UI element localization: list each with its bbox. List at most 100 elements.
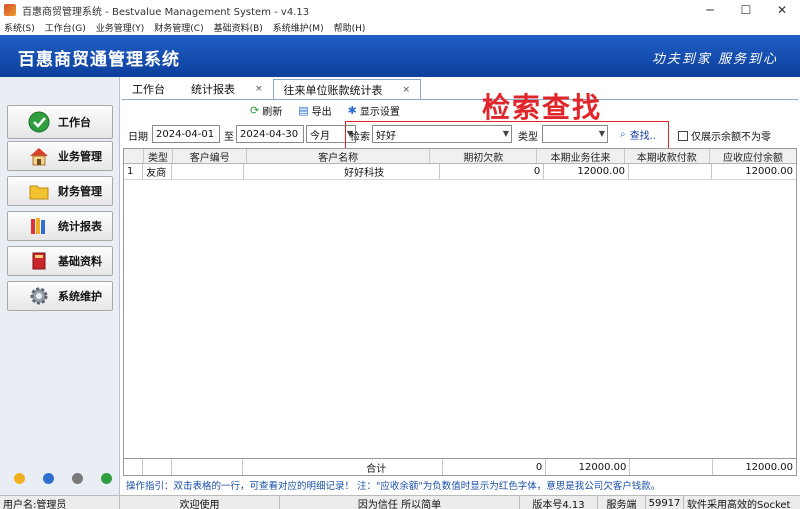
menu-finance[interactable]: 财务管理(C)	[154, 21, 203, 34]
menu-workbench[interactable]: 工作台(G)	[45, 21, 86, 34]
tab-label: 统计报表	[191, 83, 235, 96]
refresh-label: 刷新	[262, 106, 283, 118]
sidebar-label: 财务管理	[58, 185, 102, 198]
footer-cell	[172, 459, 244, 475]
footer-business-total: 12000.00	[546, 459, 631, 475]
window-controls: ─ ☐ ✕	[692, 0, 800, 20]
sidebar-item-workbench[interactable]: 工作台	[7, 105, 113, 139]
cell-type: 友商	[143, 164, 173, 179]
cell-period-business: 12000.00	[544, 164, 630, 179]
period-value: 今月	[310, 130, 330, 142]
check-circle-icon	[28, 111, 50, 133]
export-icon: ▤	[298, 103, 309, 117]
app-icon	[4, 4, 16, 16]
tab-label: 工作台	[132, 83, 165, 96]
cell-opening-balance: 0	[440, 164, 545, 179]
tab-reports[interactable]: 统计报表 ×	[181, 79, 273, 99]
sidebar-label: 系统维护	[58, 290, 102, 303]
toolbar: ⟳ 刷新 ▤ 导出 ✱ 显示设置	[250, 102, 416, 118]
footer-balance-total: 12000.00	[745, 461, 794, 473]
folder-icon	[28, 180, 50, 202]
sidebar-item-basic-data[interactable]: 基础资料	[7, 246, 113, 276]
cell-period-payment	[629, 164, 713, 179]
header-cell[interactable]: 客户名称	[247, 149, 431, 163]
header-cell[interactable]: 类型	[144, 149, 174, 163]
tab-workbench[interactable]: 工作台	[122, 79, 175, 99]
exit-icon[interactable]	[101, 473, 112, 484]
house-icon	[28, 145, 50, 167]
tab-label: 往来单位账款统计表	[283, 83, 383, 97]
status-bar: 用户名:管理员 欢迎使用 因为信任 所以简单 版本号4.13 服务端 59917…	[0, 495, 800, 509]
date-to-picker[interactable]: 2024-04-30	[236, 125, 304, 143]
sidebar-label: 业务管理	[58, 150, 102, 163]
header-cell[interactable]: 本期业务往来	[537, 149, 625, 163]
footer-payment-total	[630, 459, 713, 475]
sidebar: 工作台 业务管理 财务管理 统计报表 基础资料 系统维护	[0, 77, 120, 495]
date-from-picker[interactable]: 2024-04-01	[152, 125, 220, 143]
date-to-value: 2024-04-30	[240, 128, 299, 140]
export-button[interactable]: ▤ 导出	[298, 103, 331, 118]
menu-business[interactable]: 业务管理(Y)	[96, 21, 145, 34]
header-cell[interactable]	[124, 149, 144, 163]
sidebar-item-reports[interactable]: 统计报表	[7, 211, 113, 241]
refresh-icon: ⟳	[250, 103, 260, 117]
menu-system[interactable]: 系统(S)	[4, 21, 35, 34]
search-annotation: 检索查找	[482, 91, 603, 124]
slogan: 功夫到家 服务到心	[651, 52, 778, 67]
footer-cell	[124, 459, 144, 475]
tab-divider	[122, 99, 798, 100]
cell-balance: 12000.00	[745, 166, 793, 177]
status-motto: 因为信任 所以简单	[280, 496, 520, 509]
table-footer: 合计 0 12000.00 12000.00	[124, 458, 796, 475]
info-icon[interactable]	[43, 473, 54, 484]
footer-opening-total: 0	[443, 459, 547, 475]
close-button[interactable]: ✕	[764, 0, 800, 20]
table-header: 类型 客户编号 客户名称 期初欠款 本期业务往来 本期收款付款 应收应付余额	[124, 149, 796, 164]
settings-icon: ✱	[347, 103, 357, 117]
date-label: 日期	[128, 132, 148, 143]
sidebar-label: 基础资料	[58, 255, 102, 268]
header-banner: 百惠商贸通管理系统 功夫到家 服务到心	[0, 35, 800, 77]
status-welcome: 欢迎使用	[120, 496, 280, 509]
display-settings-label: 显示设置	[359, 106, 400, 118]
maximize-button[interactable]: ☐	[728, 0, 764, 20]
app-name: 百惠商贸通管理系统	[18, 50, 180, 70]
books-icon	[28, 215, 50, 237]
checkbox-box[interactable]	[678, 130, 688, 141]
refresh-button[interactable]: ⟳ 刷新	[250, 103, 282, 118]
sidebar-label: 统计报表	[58, 220, 102, 233]
edit-icon[interactable]	[14, 473, 25, 484]
header-cell[interactable]: 应收应付余额	[710, 149, 796, 164]
nonzero-checkbox[interactable]: 仅展示余额不为零	[678, 128, 771, 143]
minimize-button[interactable]: ─	[692, 0, 728, 20]
close-icon[interactable]: ×	[403, 85, 411, 95]
date-from-value: 2024-04-01	[156, 128, 215, 140]
window-title: 百惠商贸管理系统 - Bestvalue Management System -…	[22, 6, 310, 18]
status-server-label: 服务端	[598, 496, 646, 509]
menu-maintenance[interactable]: 系统维护(M)	[273, 21, 324, 34]
tab-account-stats[interactable]: 往来单位账款统计表 ×	[272, 79, 422, 99]
menu-basic-data[interactable]: 基础资料(B)	[214, 21, 263, 34]
sidebar-item-finance[interactable]: 财务管理	[7, 176, 113, 206]
display-settings-button[interactable]: ✱ 显示设置	[348, 103, 400, 118]
cell-customer-code	[172, 164, 245, 179]
menu-bar: 系统(S) 工作台(G) 业务管理(Y) 财务管理(C) 基础资料(B) 系统维…	[0, 20, 800, 35]
status-port: 59917	[646, 496, 684, 509]
help-icon[interactable]	[72, 473, 83, 484]
header-cell[interactable]: 本期收款付款	[625, 149, 710, 163]
tab-bar: 工作台 统计报表 × 往来单位账款统计表 ×	[122, 79, 422, 99]
find-button[interactable]: ⌕ 查找..	[620, 127, 656, 142]
close-icon[interactable]: ×	[255, 84, 263, 94]
sidebar-item-business[interactable]: 业务管理	[7, 141, 113, 171]
footer-total-label: 合计	[243, 459, 443, 475]
book-icon	[28, 250, 50, 272]
header-cell[interactable]: 客户编号	[173, 149, 247, 163]
table-row[interactable]: 1 友商 好好科技 0 12000.00 12000.00	[124, 164, 796, 180]
row-index: 1	[124, 164, 144, 179]
menu-help[interactable]: 帮助(H)	[334, 21, 366, 34]
sidebar-item-maintenance[interactable]: 系统维护	[7, 281, 113, 311]
header-cell[interactable]: 期初欠款	[430, 149, 538, 163]
status-version: 版本号4.13	[520, 496, 598, 509]
search-icon: ⌕	[620, 129, 626, 140]
gear-icon	[28, 285, 50, 307]
